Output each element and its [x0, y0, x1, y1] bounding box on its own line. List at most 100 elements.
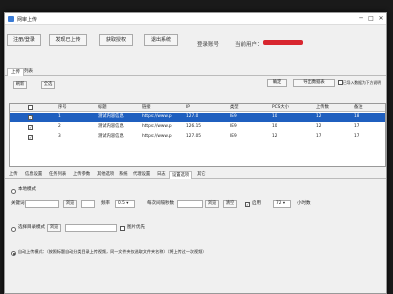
cell-ip: 126.15 — [186, 124, 202, 129]
cell-type: IE9 — [230, 124, 237, 129]
get-authorization-button[interactable]: 获取授权 — [99, 34, 133, 46]
import-note-text: 已导入数据为下方说明 — [343, 80, 381, 85]
browse-button-1[interactable]: 浏览 — [63, 200, 77, 208]
top-tabs: 上传 列表 — [5, 68, 386, 76]
import-note-checkbox[interactable] — [338, 80, 343, 85]
exit-system-button[interactable]: 退出系统 — [144, 34, 178, 46]
username-redacted — [263, 40, 303, 45]
app-logo-icon — [8, 16, 14, 22]
cell-size: 10 — [272, 124, 278, 129]
cell-url: https://www.p — [142, 114, 172, 119]
hours-label: 小时数 — [297, 201, 311, 206]
col-title[interactable]: 标题 — [98, 104, 107, 112]
header-select-checkbox[interactable] — [28, 105, 33, 110]
btab-upload[interactable]: 上传 — [7, 171, 20, 179]
cell-count: 17 — [316, 134, 322, 139]
interval-input[interactable] — [177, 200, 203, 208]
table-row[interactable]: ✓ 2 测试内容信息 https://www.p 126.15 IE9 10 1… — [10, 123, 385, 132]
export-data-button[interactable]: 导出数据表 — [293, 79, 335, 87]
cell-ip: 127.05 — [186, 134, 202, 139]
register-login-button[interactable]: 注册/登录 — [7, 34, 41, 46]
browse-button-2[interactable]: 浏览 — [205, 200, 219, 208]
tab-list[interactable]: 列表 — [21, 68, 36, 76]
cell-title: 测试内容信息 — [98, 124, 124, 129]
keyword-input[interactable] — [25, 200, 59, 208]
enable-label: 启用 — [252, 201, 261, 206]
btab-other[interactable]: 其它 — [195, 171, 208, 179]
cell-url: https://www.p — [142, 134, 172, 139]
cell-note: 18 — [354, 114, 360, 119]
frequency-label: 频率 — [101, 201, 110, 206]
cell-title: 测试内容信息 — [98, 134, 124, 139]
refresh-button[interactable]: 刷新 — [13, 81, 27, 89]
data-table: 序号 标题 链接 IP 类型 PCS大小 上传数 备注 ✓ 1 测试内容信息 h… — [9, 103, 386, 167]
import-note-label: 已导入数据为下方说明 — [338, 79, 381, 87]
cell-index: 3 — [58, 134, 61, 139]
folder-path-input[interactable] — [65, 224, 117, 232]
auto-mode-radio[interactable] — [11, 251, 16, 256]
cell-note: 17 — [354, 134, 360, 139]
cell-size: 12 — [272, 134, 278, 139]
btab-tasks[interactable]: 任务列表 — [47, 171, 68, 179]
account-label[interactable]: 登录账号 — [197, 40, 219, 48]
col-index[interactable]: 序号 — [58, 104, 67, 112]
btab-system[interactable]: 系统 — [117, 171, 130, 179]
app-window: 网审上传 ─ □ ✕ 注册/登录 发现已上传 获取授权 退出系统 登录账号 当前… — [4, 12, 387, 294]
col-url[interactable]: 链接 — [142, 104, 151, 112]
btab-params[interactable]: 上传参数 — [71, 171, 92, 179]
cell-index: 2 — [58, 124, 61, 129]
table-row[interactable]: ✓ 3 测试内容信息 https://www.p 127.05 IE9 12 1… — [10, 133, 385, 142]
current-user-label: 当前用户： — [235, 42, 263, 48]
minimize-icon[interactable]: ─ — [357, 15, 365, 23]
table-header: 序号 标题 链接 IP 类型 PCS大小 上传数 备注 — [10, 104, 385, 112]
btab-proxy[interactable]: 代理设置 — [131, 171, 152, 179]
interval-label: 每次间隔秒数 — [147, 201, 174, 206]
found-uploaded-button[interactable]: 发现已上传 — [49, 34, 87, 46]
btab-options[interactable]: 其他选项 — [95, 171, 116, 179]
folder-mode-radio[interactable] — [11, 227, 16, 232]
cell-url: https://www.p — [142, 124, 172, 129]
col-count[interactable]: 上传数 — [316, 104, 329, 112]
frequency-select-value: 0.5 — [118, 201, 125, 206]
cell-index: 1 — [58, 114, 61, 119]
enable-checkbox[interactable]: ✓ — [245, 202, 250, 207]
frequency-select[interactable]: 0.5 ▾ — [115, 200, 135, 208]
select-all-button[interactable]: 全选 — [41, 81, 55, 89]
cell-count: 12 — [316, 124, 322, 129]
maximize-icon[interactable]: □ — [367, 15, 375, 23]
cell-note: 17 — [354, 124, 360, 129]
title-bar: 网审上传 ─ □ ✕ — [5, 13, 386, 25]
cell-type: IE9 — [230, 114, 237, 119]
cell-count: 12 — [316, 114, 322, 119]
keyword-label: 关键词 — [11, 201, 25, 206]
cell-ip: 127.0 — [186, 114, 199, 119]
row-checkbox[interactable]: ✓ — [28, 115, 33, 120]
btab-info[interactable]: 信息设置 — [23, 171, 44, 179]
row-checkbox[interactable]: ✓ — [28, 125, 33, 130]
btab-log[interactable]: 日志 — [155, 171, 168, 179]
folder-mode-label: 选择目录模式 — [18, 225, 45, 230]
row-checkbox[interactable]: ✓ — [28, 135, 33, 140]
local-mode-label: 本地模式 — [18, 187, 36, 192]
folder-browse-button[interactable]: 浏览 — [47, 224, 61, 232]
clear-button[interactable]: 清空 — [223, 200, 237, 208]
hours-stepper[interactable]: 72 ▾ — [273, 200, 291, 208]
col-ip[interactable]: IP — [186, 104, 190, 112]
bottom-tabs: 上传 信息设置 任务列表 上传参数 其他选项 系统 代理设置 日志 设置选项 其… — [5, 171, 386, 179]
auto-mode-label: 自动上传模式：（按照标题自动分类目录上传视频，同一文件夹仅选取文件夹名称）（将上… — [18, 249, 207, 254]
cell-size: 10 — [272, 114, 278, 119]
btab-settings[interactable]: 设置选项 — [169, 171, 193, 179]
col-note[interactable]: 备注 — [354, 104, 363, 112]
cell-type: IE9 — [230, 134, 237, 139]
cell-title: 测试内容信息 — [98, 114, 124, 119]
image-first-checkbox[interactable] — [120, 226, 125, 231]
table-row[interactable]: ✓ 1 测试内容信息 https://www.p 127.0 IE9 10 12… — [10, 113, 385, 122]
local-mode-radio[interactable] — [11, 189, 16, 194]
confirm-button[interactable]: 确定 — [267, 79, 287, 87]
small-input[interactable] — [81, 200, 95, 208]
image-first-label: 图片优先 — [127, 225, 145, 230]
close-icon[interactable]: ✕ — [377, 15, 385, 23]
col-type[interactable]: 类型 — [230, 104, 239, 112]
col-size[interactable]: PCS大小 — [272, 104, 289, 112]
window-title: 网审上传 — [17, 17, 38, 23]
